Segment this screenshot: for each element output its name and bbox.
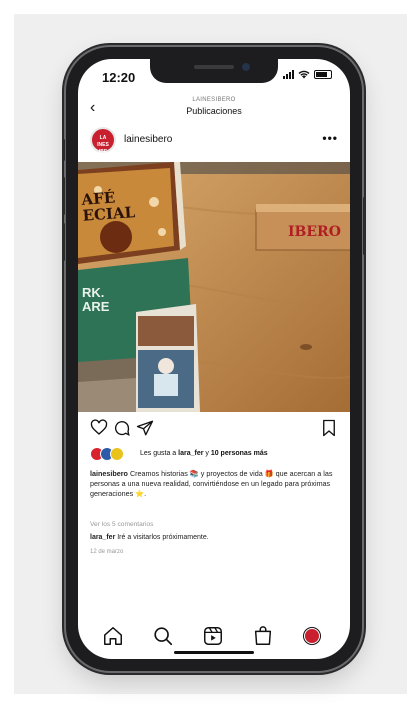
- status-icons: [283, 70, 332, 79]
- mute-switch: [62, 139, 65, 161]
- photo-book-text-1: AFÉ ECIAL: [80, 188, 136, 225]
- post-actions: [78, 417, 350, 441]
- shop-icon[interactable]: [252, 625, 274, 647]
- bottom-tab-bar: [78, 619, 350, 655]
- avatar[interactable]: LA INES IBE: [90, 127, 116, 155]
- signal-icon: [283, 70, 294, 79]
- likes-summary[interactable]: Les gusta a lara_fer y 10 personas más: [140, 450, 268, 457]
- battery-icon: [314, 70, 332, 79]
- wifi-icon: [298, 70, 310, 79]
- power-button: [363, 197, 366, 255]
- comment-username[interactable]: lara_fer: [90, 534, 115, 541]
- photo-box-text: IBERO: [288, 224, 341, 240]
- home-icon[interactable]: [102, 625, 124, 647]
- post-date: 12 de marzo: [90, 549, 124, 555]
- heart-icon[interactable]: [90, 419, 108, 437]
- status-time: 12:20: [102, 70, 136, 85]
- bookmark-icon[interactable]: [320, 419, 338, 437]
- likes-user[interactable]: lara_fer: [178, 450, 203, 457]
- profile-icon[interactable]: [304, 628, 320, 644]
- caption-username[interactable]: lainesibero: [90, 469, 128, 478]
- page-header: ‹ LAINESIBERO Publicaciones: [78, 91, 350, 121]
- phone-frame: 12:20 ‹ LAINESIBERO Publicaciones LA INE…: [62, 47, 366, 671]
- search-icon[interactable]: [152, 625, 174, 647]
- phone-notch: [150, 59, 278, 83]
- post-username[interactable]: lainesibero: [124, 134, 172, 145]
- avatar-logo-text: LA INES IBE: [97, 135, 109, 155]
- post-photo[interactable]: AFÉ ECIAL RK. ARE IBERO: [78, 162, 350, 412]
- more-options-icon[interactable]: •••: [322, 131, 338, 145]
- photo-book-text-2: RK. ARE: [82, 285, 110, 314]
- phone-screen: 12:20 ‹ LAINESIBERO Publicaciones LA INE…: [78, 59, 350, 659]
- likes-row: Les gusta a lara_fer y 10 personas más: [90, 447, 345, 465]
- comment-icon[interactable]: [113, 419, 131, 437]
- post-header: LA INES IBE lainesibero •••: [78, 125, 350, 159]
- volume-down-button: [62, 223, 65, 261]
- view-comments-link[interactable]: Ver los 5 comentarios: [90, 521, 153, 528]
- speaker-grille: [194, 65, 234, 69]
- likes-prefix: Les gusta a: [140, 450, 179, 457]
- front-camera: [242, 63, 250, 71]
- volume-up-button: [62, 177, 65, 215]
- header-account: LAINESIBERO: [192, 97, 236, 103]
- likes-count[interactable]: 10 personas más: [211, 450, 268, 457]
- reels-icon[interactable]: [202, 625, 224, 647]
- post-caption: lainesibero Creamos historias 📚 y proyec…: [90, 469, 340, 499]
- liker-avatar-3: [110, 447, 124, 461]
- page-title: Publicaciones: [186, 106, 242, 116]
- home-indicator: [174, 651, 254, 654]
- comment-text: Iré a visitarlos próximamente.: [115, 534, 209, 541]
- likes-middle: y: [203, 450, 211, 457]
- share-icon[interactable]: [136, 419, 154, 437]
- comment-row: lara_fer Iré a visitarlos próximamente.: [90, 534, 209, 541]
